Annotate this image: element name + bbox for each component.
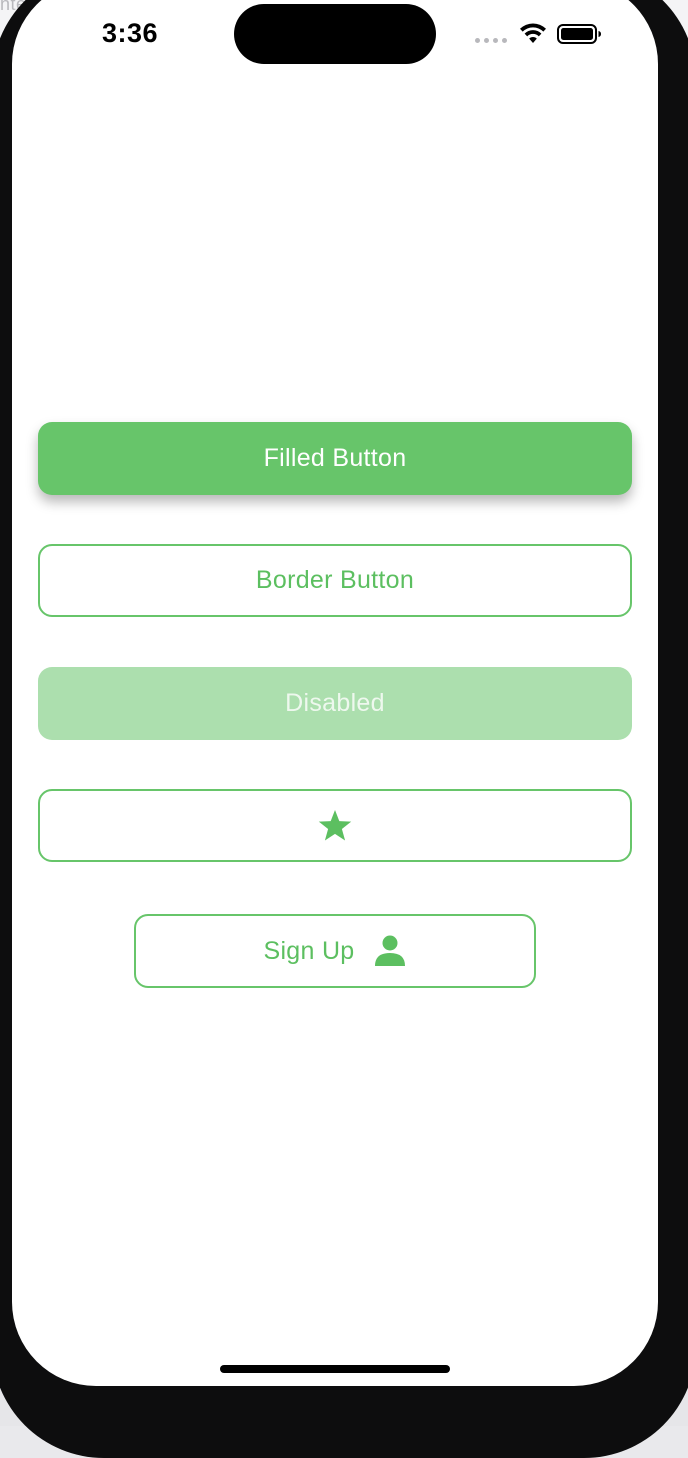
status-time: 3:36 xyxy=(102,18,159,48)
dynamic-island xyxy=(234,4,436,64)
filled-button[interactable]: Filled Button xyxy=(38,422,632,495)
sign-up-label: Sign Up xyxy=(263,936,355,965)
phone-screen: 3:36 Filled Button Border Button Disable… xyxy=(12,0,658,1386)
border-button[interactable]: Border Button xyxy=(38,544,632,617)
disabled-button: Disabled xyxy=(38,667,632,740)
sign-up-button[interactable]: Sign Up xyxy=(134,914,536,988)
cellular-dots-icon xyxy=(475,38,507,43)
battery-icon xyxy=(557,24,601,44)
star-button[interactable] xyxy=(38,789,632,862)
star-icon xyxy=(318,809,352,840)
person-icon xyxy=(374,935,405,966)
wifi-icon xyxy=(520,23,546,43)
disabled-button-label: Disabled xyxy=(285,689,385,717)
border-button-label: Border Button xyxy=(255,566,415,594)
home-indicator[interactable] xyxy=(220,1365,450,1373)
phone-frame: 3:36 Filled Button Border Button Disable… xyxy=(0,0,688,1458)
filled-button-label: Filled Button xyxy=(263,444,407,472)
